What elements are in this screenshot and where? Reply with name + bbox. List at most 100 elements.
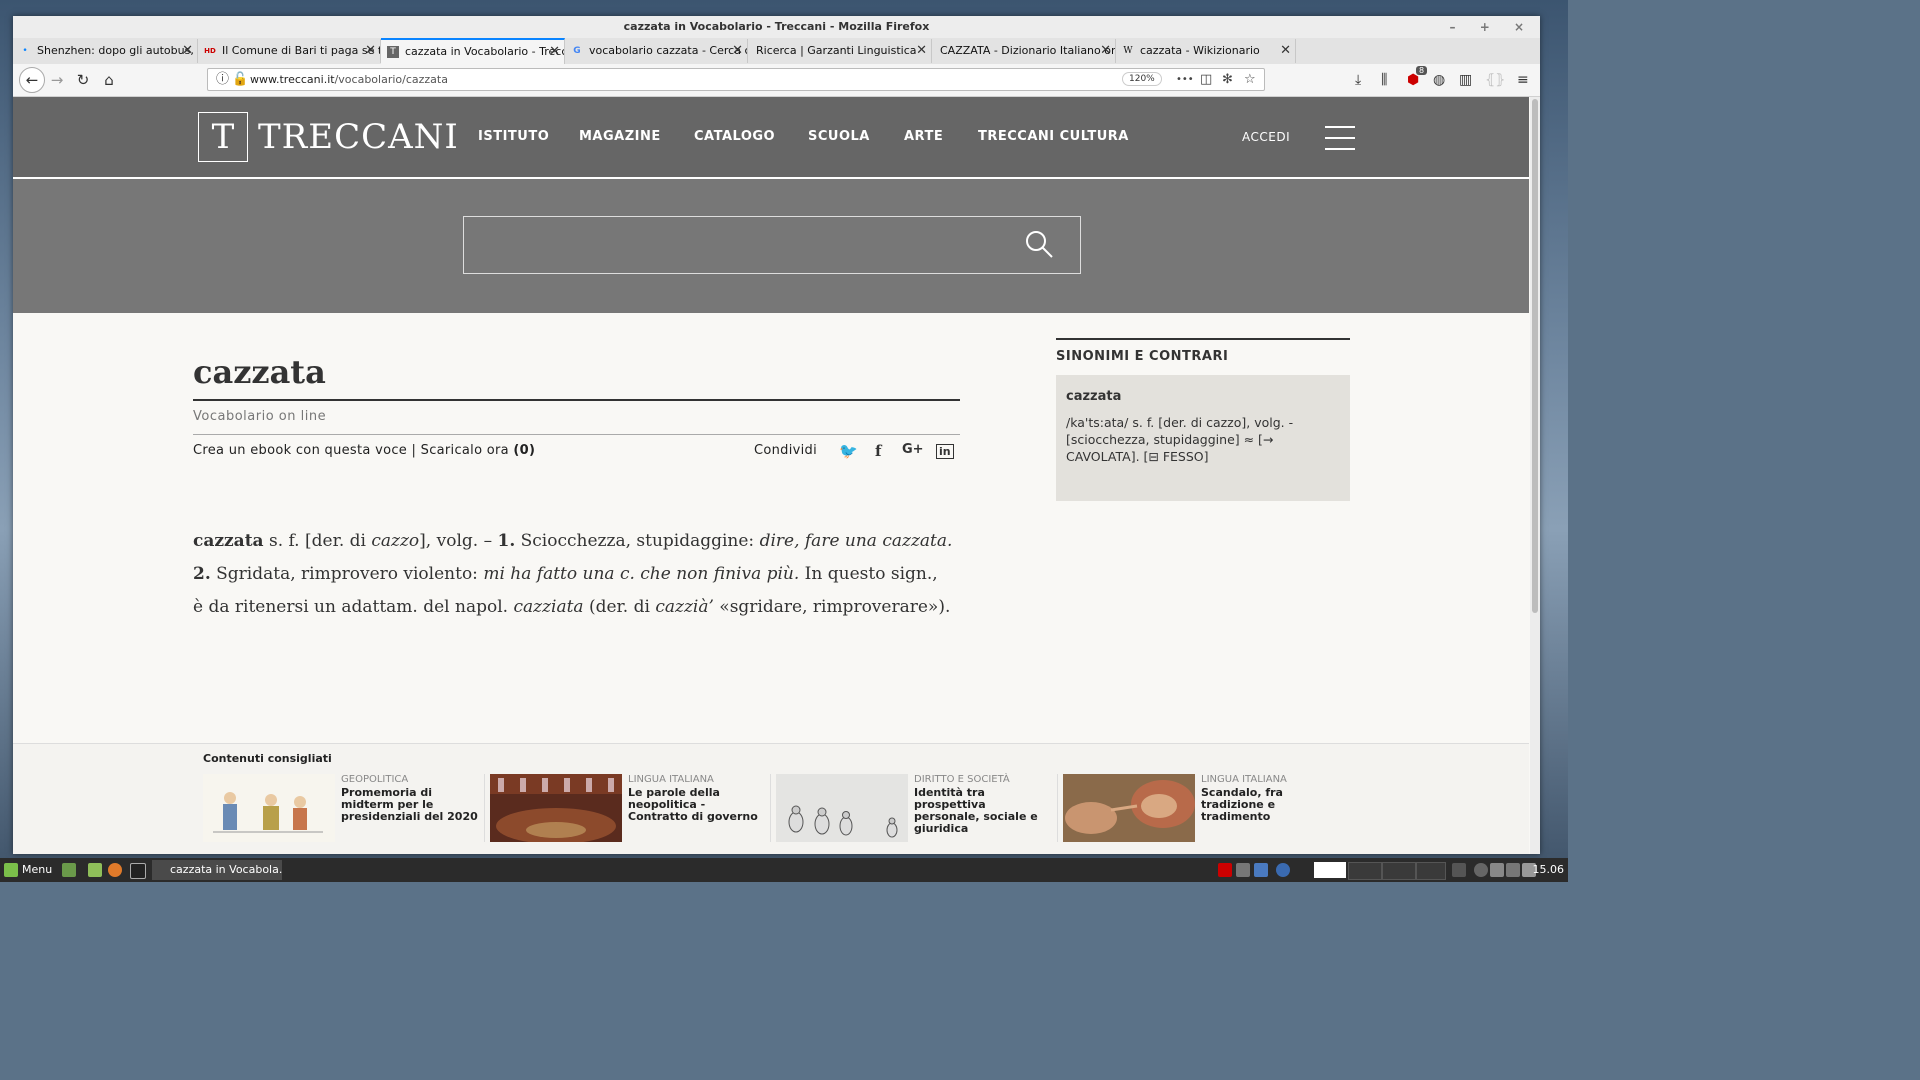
treccani-logo-text[interactable]: TRECCANI [258,117,459,157]
wifi-tray-icon[interactable] [1490,863,1504,877]
globe-icon[interactable]: ◍ [1433,68,1445,92]
mail-tray-icon[interactable] [1218,863,1232,877]
taskbar-clock[interactable]: 15.06 [1533,858,1565,882]
ebook-separator: | [407,443,421,458]
rec-headline[interactable]: Identità tra prospettiva personale, soci… [914,787,1054,835]
downloads-icon[interactable]: ⤓ [1355,68,1361,92]
linkedin-icon[interactable]: in [936,444,954,459]
site-search-input[interactable] [463,216,1081,274]
google-plus-icon[interactable]: G+ [902,442,924,457]
synonyms-word[interactable]: cazzata [1066,389,1340,404]
workspace-4[interactable] [1416,862,1446,880]
rec-item-4[interactable]: LINGUA ITALIANA Scandalo, fra tradizione… [1063,774,1343,844]
tab-bari[interactable]: HD Il Comune di Bari ti paga se ti ✕ [198,39,381,63]
workspace-3[interactable] [1382,862,1416,880]
menu-icon[interactable]: ≡ [1517,68,1529,92]
search-icon[interactable] [1024,229,1054,259]
tab-bar: • Shenzhen: dopo gli autobus, c ✕ HD Il … [13,38,1540,83]
nav-arte[interactable]: ARTE [904,129,943,145]
rec-headline[interactable]: Scandalo, fra tradizione e tradimento [1201,787,1341,823]
insecure-lock-icon[interactable]: 🔓 [232,70,248,90]
url-bar[interactable]: ⓘ 🔓 www.treccani.it/vocabolario/cazzata … [207,68,1265,91]
login-link[interactable]: ACCEDI [1242,130,1290,144]
tab-treccani[interactable]: T cazzata in Vocabolario - Trecc ✕ [381,38,565,64]
facebook-icon[interactable]: f [875,442,881,460]
rec-category: GEOPOLITICA [341,774,409,785]
taskbar-firefox-window[interactable]: cazzata in Vocabola... [152,860,282,880]
bluetooth-tray-icon[interactable] [1276,863,1290,877]
nav-magazine[interactable]: MAGAZINE [579,129,661,145]
nav-catalogo[interactable]: CATALOGO [694,129,775,145]
battery-tray-icon[interactable] [1506,863,1520,877]
synonyms-definition: /ka'ts:ata/ s. f. [der. di cazzo], volg.… [1066,415,1294,464]
firefox-icon[interactable] [108,863,122,877]
nav-scuola[interactable]: SCUOLA [808,129,870,145]
hamburger-menu-icon[interactable] [1325,126,1355,150]
info-icon[interactable]: ⓘ [216,70,229,90]
bug-icon[interactable]: ✻ [1222,70,1233,90]
treccani-logo-mark[interactable]: T [198,112,248,162]
tab-favicon: HD [204,47,216,55]
files-icon[interactable] [88,863,102,877]
rec-headline[interactable]: Promemoria di midterm per le presidenzia… [341,787,481,823]
tab-close-icon[interactable]: ✕ [732,39,743,63]
tab-garzanti[interactable]: Ricerca | Garzanti Linguistica ✕ [748,39,932,63]
creation-of-adam-thumbnail[interactable] [1063,774,1195,842]
rec-headline[interactable]: Le parole della neopolitica - Contratto … [628,787,768,823]
nav-treccani-cultura[interactable]: TRECCANI CULTURA [978,129,1129,145]
nav-istituto[interactable]: ISTITUTO [478,129,549,145]
bookmark-star-icon[interactable]: ☆ [1244,70,1256,90]
reload-button[interactable]: ↻ [71,68,95,92]
parliament-thumbnail[interactable] [490,774,622,842]
tab-close-icon[interactable]: ✕ [549,40,560,64]
workspace-2[interactable] [1348,862,1382,880]
mint-menu-icon[interactable] [4,863,18,877]
library-icon[interactable]: ⫼ [1381,68,1387,92]
birds-thumbnail[interactable] [776,774,908,842]
tab-close-icon[interactable]: ✕ [365,39,376,63]
tab-favicon: • [22,46,28,56]
start-menu-button[interactable]: Menu [22,858,52,882]
back-button[interactable]: ← [19,67,45,93]
page-title: cazzata [193,353,326,391]
rec-item-1[interactable]: GEOPOLITICA Promemoria di midterm per le… [203,774,483,844]
tab-wikizionario[interactable]: W cazzata - Wikizionario ✕ [1116,39,1296,63]
sidebar-icon[interactable]: ▥ [1459,68,1472,92]
workspace-1[interactable] [1314,862,1346,878]
window-controls[interactable]: – + × [1450,16,1534,38]
ebook-actions: Crea un ebook con questa voce | Scarical… [193,443,535,458]
definition-text: cazzata s. f. [der. di cazzo], volg. – 1… [193,531,953,617]
tab-dizionario-italiano[interactable]: CAZZATA - Dizionario Italiano onl ✕ [932,39,1116,63]
rec-item-3[interactable]: DIRITTO E SOCIETÀ Identità tra prospetti… [776,774,1056,844]
page-actions-icon[interactable]: ••• [1176,70,1194,90]
entry-content: cazzata Vocabolario on line Crea un eboo… [13,313,1529,743]
user-tray-icon[interactable] [1474,863,1488,877]
tab-shenzhen[interactable]: • Shenzhen: dopo gli autobus, c ✕ [13,39,198,63]
dropbox-tray-icon[interactable] [1254,863,1268,877]
url-text[interactable]: www.treccani.it/vocabolario/cazzata [250,69,448,90]
cartoon-thumbnail[interactable] [203,774,335,842]
extension-icon[interactable]: ⦃⦄ [1485,68,1506,92]
tab-close-icon[interactable]: ✕ [182,39,193,63]
tab-close-icon[interactable]: ✕ [916,39,927,63]
terminal-icon[interactable] [130,863,146,879]
keyboard-tray-icon[interactable] [1452,863,1466,877]
rec-category: LINGUA ITALIANA [628,774,714,785]
scroll-thumb[interactable] [1532,99,1538,613]
pocket-icon[interactable]: ◫ [1200,70,1212,90]
forward-button[interactable]: → [45,68,69,92]
twitter-icon[interactable]: 🐦 [839,442,858,460]
tab-close-icon[interactable]: ✕ [1100,39,1111,63]
page-scrollbar[interactable] [1530,97,1540,854]
download-ebook-link[interactable]: Scaricalo ora [421,443,509,458]
create-ebook-link[interactable]: Crea un ebook con questa voce [193,443,407,458]
home-button[interactable]: ⌂ [97,68,121,92]
tab-google-search[interactable]: G vocabolario cazzata - Cerca c ✕ [565,39,748,63]
tab-label: cazzata in Vocabolario - Trecc [405,45,565,58]
rec-item-2[interactable]: LINGUA ITALIANA Le parole della neopolit… [490,774,770,844]
window-titlebar: cazzata in Vocabolario - Treccani - Mozi… [13,16,1540,38]
zoom-level[interactable]: 120% [1122,72,1162,86]
shield-tray-icon[interactable] [1236,863,1250,877]
show-desktop-icon[interactable] [62,863,76,877]
tab-close-icon[interactable]: ✕ [1280,39,1291,63]
